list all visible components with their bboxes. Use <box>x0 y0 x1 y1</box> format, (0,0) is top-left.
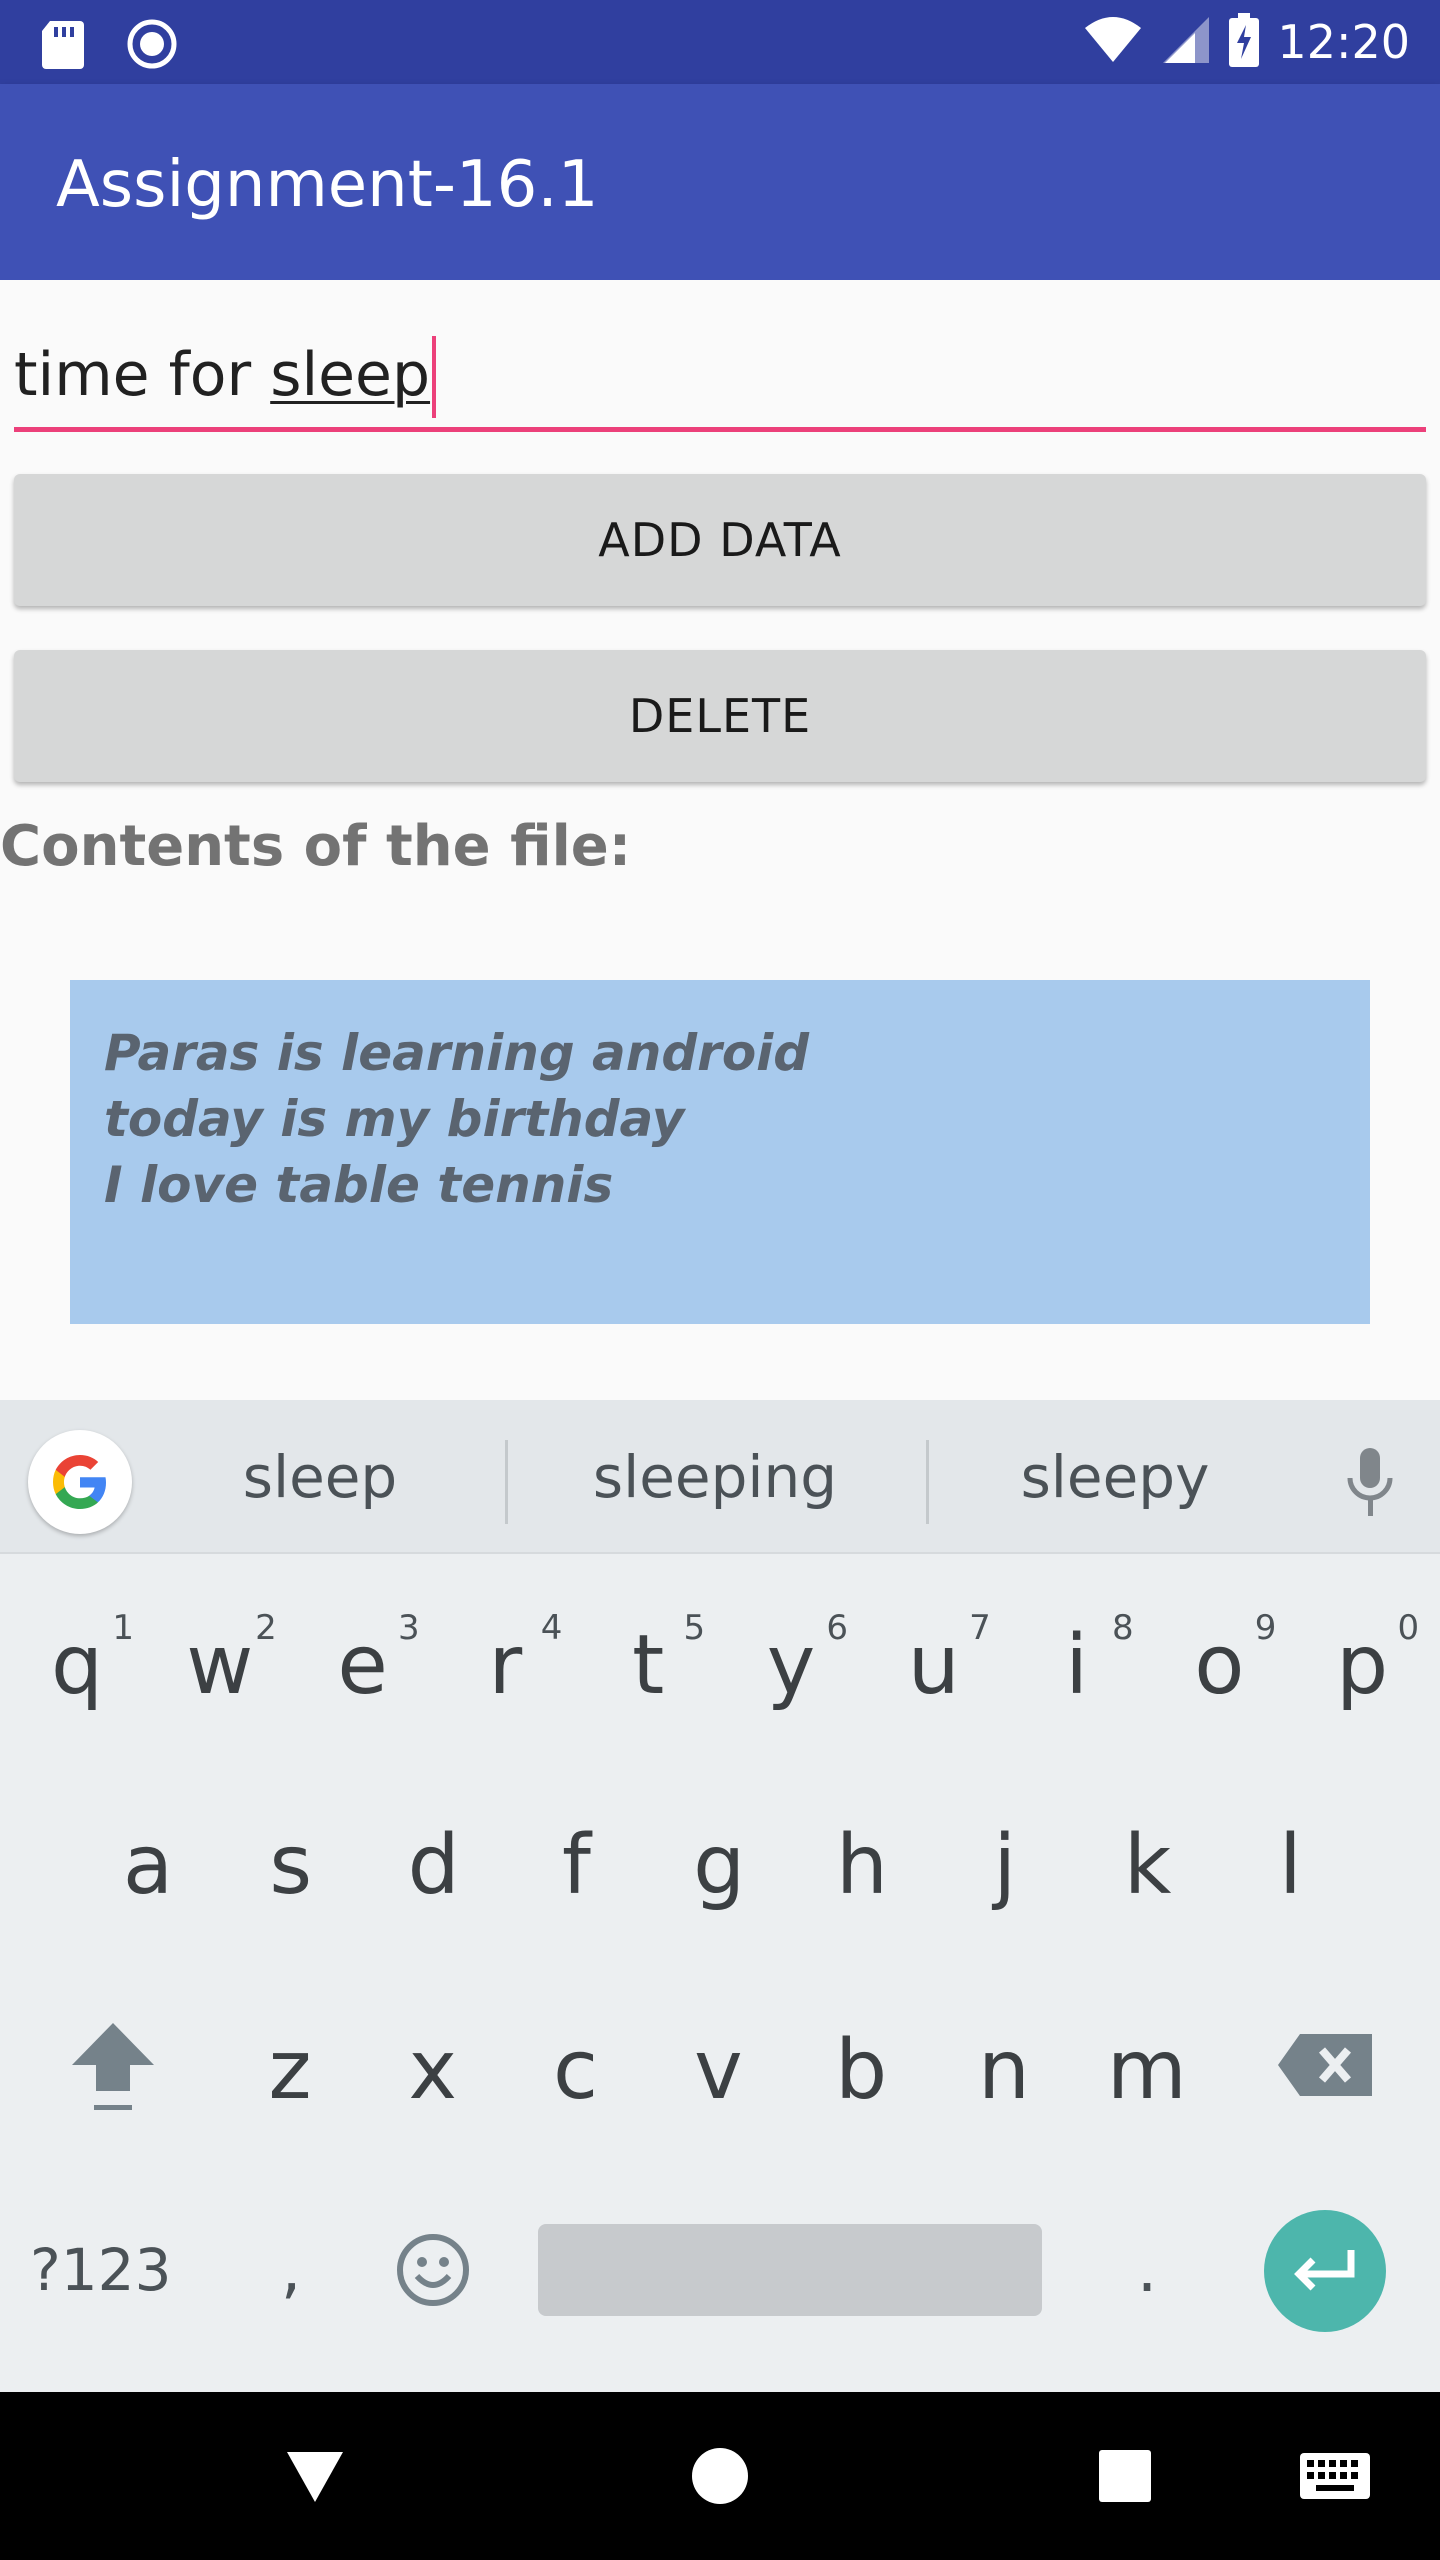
key-v[interactable]: v <box>647 1985 789 2155</box>
key-label: t <box>632 1617 665 1713</box>
data-input-field[interactable]: time for sleep <box>14 320 1426 432</box>
file-line: today is my birthday <box>104 1090 685 1148</box>
soft-keyboard: sleep sleeping sleepy 1q2w3e4r5t6y7u8i9o… <box>0 1400 1440 2392</box>
key-s[interactable]: s <box>220 1780 362 1950</box>
backspace-key[interactable] <box>1255 1980 1397 2150</box>
comma-key[interactable]: , <box>220 2185 362 2355</box>
file-line: Paras is learning android <box>104 1024 810 1082</box>
keyboard-switch-icon[interactable] <box>1290 2392 1380 2560</box>
key-t[interactable]: 5t <box>577 1580 719 1750</box>
key-label: y <box>766 1617 816 1713</box>
cell-signal-icon <box>1161 15 1211 69</box>
clock: 12:20 <box>1277 15 1410 69</box>
add-data-button[interactable]: ADD DATA <box>14 474 1426 606</box>
key-d[interactable]: d <box>363 1780 505 1950</box>
key-a[interactable]: a <box>77 1780 219 1950</box>
key-m[interactable]: m <box>1076 1985 1218 2155</box>
key-h[interactable]: h <box>791 1780 933 1950</box>
key-p[interactable]: 0p <box>1291 1580 1433 1750</box>
suggestion-1[interactable]: sleep <box>160 1400 480 1554</box>
key-hint: 8 <box>1111 1608 1134 1648</box>
key-label: i <box>1065 1617 1088 1713</box>
symbols-key[interactable]: ?123 <box>30 2200 172 2340</box>
key-c[interactable]: c <box>505 1985 647 2155</box>
google-icon[interactable] <box>28 1430 132 1534</box>
key-hint: 6 <box>826 1608 848 1648</box>
key-label: p <box>1336 1617 1389 1713</box>
key-e[interactable]: 3e <box>292 1580 434 1750</box>
key-j[interactable]: j <box>934 1780 1076 1950</box>
suggestion-3[interactable]: sleepy <box>950 1400 1280 1554</box>
key-hint: 4 <box>540 1608 563 1648</box>
navigation-bar <box>0 2392 1440 2560</box>
input-composing-text: sleep <box>270 340 431 410</box>
key-g[interactable]: g <box>648 1780 790 1950</box>
key-hint: 0 <box>1397 1608 1420 1648</box>
key-label: u <box>907 1617 960 1713</box>
app-title: Assignment-16.1 <box>56 148 599 222</box>
mic-icon[interactable] <box>1340 1444 1400 1520</box>
key-hint: 3 <box>397 1608 420 1648</box>
main-content: time for sleep ADD DATA DELETE Contents … <box>0 280 1440 1400</box>
suggestion-bar: sleep sleeping sleepy <box>0 1400 1440 1554</box>
key-y[interactable]: 6y <box>720 1580 862 1750</box>
key-label: w <box>186 1617 254 1713</box>
key-x[interactable]: x <box>362 1985 504 2155</box>
battery-charging-icon <box>1229 13 1260 71</box>
key-hint: 1 <box>112 1608 134 1648</box>
delete-button[interactable]: DELETE <box>14 650 1426 782</box>
text-cursor <box>432 336 437 418</box>
key-n[interactable]: n <box>933 1985 1075 2155</box>
key-l[interactable]: l <box>1219 1780 1361 1950</box>
emoji-key[interactable] <box>362 2185 504 2355</box>
suggestion-2[interactable]: sleeping <box>530 1400 900 1554</box>
input-text: time for <box>14 340 271 410</box>
key-hint: 2 <box>255 1608 277 1648</box>
sd-card-icon <box>40 19 86 73</box>
key-hint: 5 <box>683 1608 706 1648</box>
key-hint: 9 <box>1254 1608 1277 1648</box>
enter-key[interactable] <box>1264 2210 1386 2332</box>
contents-label: Contents of the file: <box>0 814 632 879</box>
key-b[interactable]: b <box>790 1985 932 2155</box>
recents-icon[interactable] <box>1085 2392 1165 2560</box>
file-contents-box: Paras is learning android today is my bi… <box>70 980 1370 1324</box>
app-bar: Assignment-16.1 <box>0 84 1440 280</box>
key-label: q <box>50 1617 104 1713</box>
back-icon[interactable] <box>270 2392 360 2560</box>
key-label: e <box>337 1617 388 1713</box>
key-o[interactable]: 9o <box>1148 1580 1290 1750</box>
home-icon[interactable] <box>680 2392 760 2560</box>
sync-circle-icon <box>126 18 178 74</box>
file-line: I love table tennis <box>104 1156 614 1214</box>
key-u[interactable]: 7u <box>863 1580 1005 1750</box>
key-w[interactable]: 2w <box>149 1580 291 1750</box>
key-q[interactable]: 1q <box>6 1580 148 1750</box>
key-hint: 7 <box>969 1608 991 1648</box>
shift-key[interactable] <box>42 1980 184 2150</box>
key-z[interactable]: z <box>219 1985 361 2155</box>
suggestion-divider <box>505 1440 508 1524</box>
status-bar: 12:20 <box>0 0 1440 84</box>
wifi-icon <box>1083 16 1143 68</box>
key-r[interactable]: 4r <box>434 1580 576 1750</box>
key-label: o <box>1194 1617 1245 1713</box>
key-label: r <box>488 1617 523 1713</box>
period-key[interactable]: . <box>1076 2185 1218 2355</box>
key-k[interactable]: k <box>1077 1780 1219 1950</box>
space-bar[interactable] <box>538 2224 1042 2316</box>
suggestion-divider <box>926 1440 929 1524</box>
key-i[interactable]: 8i <box>1006 1580 1148 1750</box>
key-f[interactable]: f <box>505 1780 647 1950</box>
